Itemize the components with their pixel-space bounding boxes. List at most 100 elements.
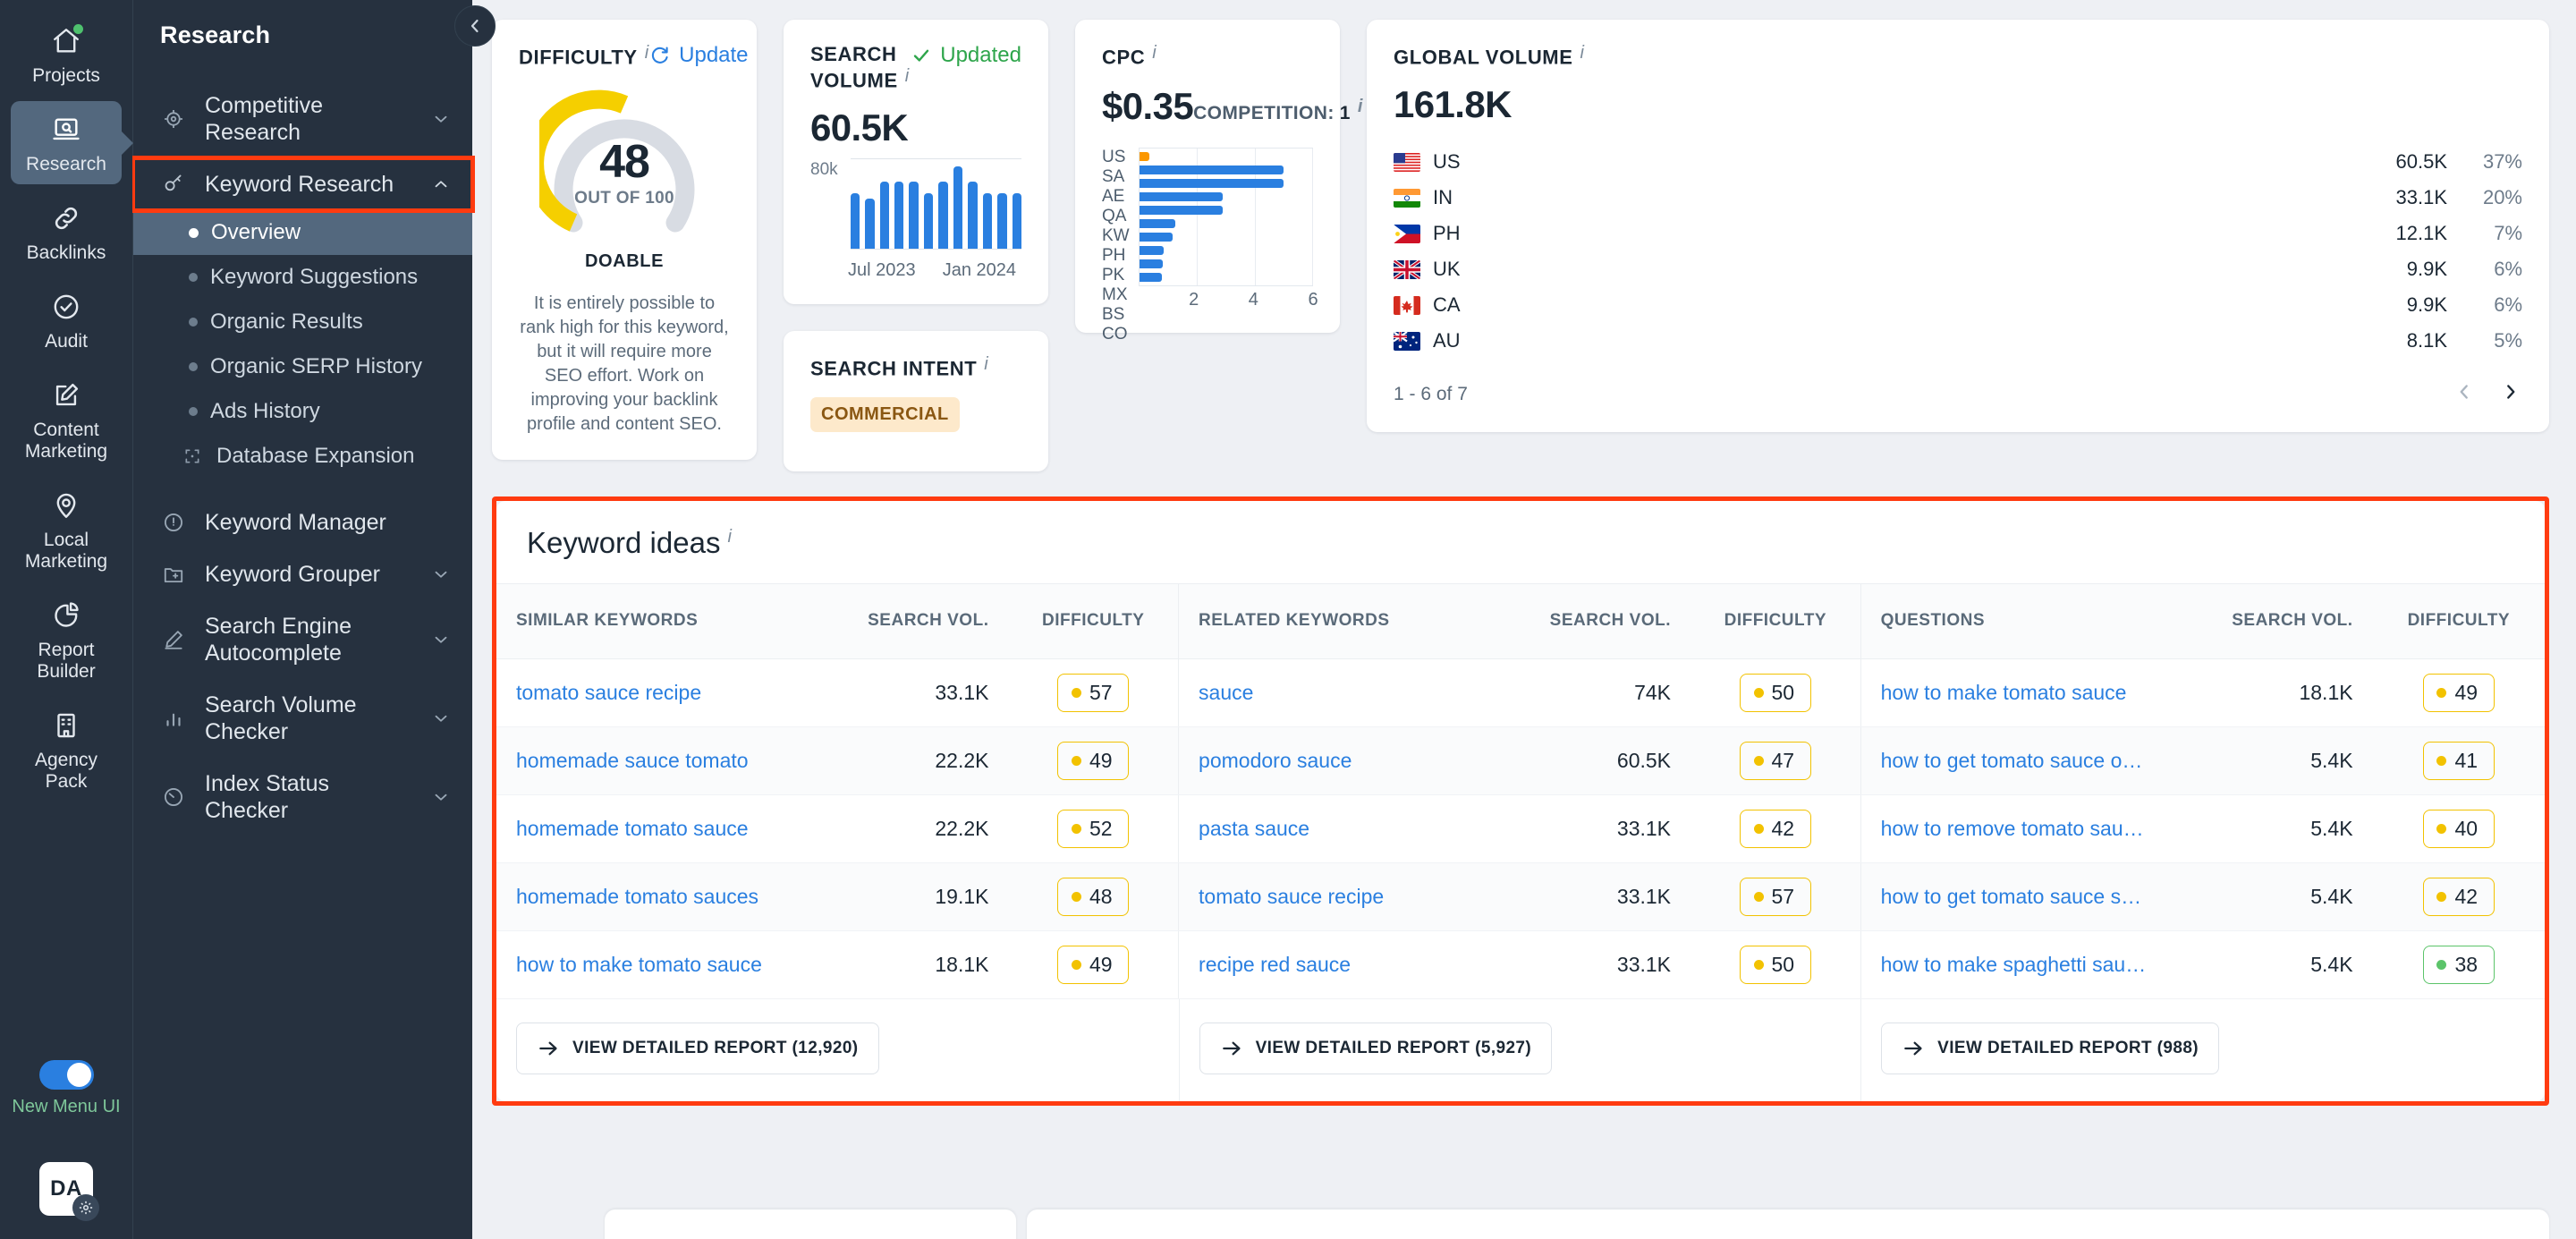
column-header-search-vol-3[interactable]: SEARCH VOL.	[2198, 582, 2373, 659]
cell-similar-keyword[interactable]: homemade tomato sauces	[496, 862, 835, 931]
info-icon[interactable]: i	[984, 354, 987, 374]
cpc-bar[interactable]	[1139, 206, 1224, 216]
sidebar-group-index-status-checker[interactable]: Index Status Checker	[133, 758, 472, 836]
sidebar-group-search-volume-checker[interactable]: Search Volume Checker	[133, 679, 472, 758]
keyword-link[interactable]: sauce	[1199, 681, 1496, 705]
sidebar-collapse-button[interactable]	[454, 5, 496, 47]
column-header-similar-keywords[interactable]: SIMILAR KEYWORDS	[496, 582, 835, 659]
chevron-down-icon[interactable]	[429, 630, 453, 649]
new-menu-ui-toggle[interactable]	[38, 1060, 94, 1090]
cpc-bar[interactable]	[1139, 219, 1175, 229]
search-volume-bar[interactable]	[997, 193, 1007, 250]
cell-related-keyword[interactable]: pomodoro sauce	[1178, 726, 1517, 795]
cell-similar-keyword[interactable]: homemade sauce tomato	[496, 726, 835, 795]
keyword-link[interactable]: how to make tomato sauce	[1881, 681, 2179, 705]
search-volume-bar[interactable]	[894, 181, 904, 250]
cell-question-keyword[interactable]: how to get tomato sauce o…	[1860, 726, 2199, 795]
column-header-search-vol-1[interactable]: SEARCH VOL.	[834, 582, 1009, 659]
global-volume-row[interactable]: PH 12.1K 7%	[1394, 216, 2522, 251]
cpc-bar[interactable]	[1139, 246, 1164, 256]
sidebar-group-search-engine-autocomplete[interactable]: Search Engine Autocomplete	[133, 600, 472, 679]
column-header-difficulty-3[interactable]: DIFFICULTY	[2372, 582, 2545, 659]
rail-item-local-marketing[interactable]: Local Marketing	[11, 477, 122, 581]
search-volume-bar[interactable]	[982, 193, 993, 250]
cell-similar-keyword[interactable]: homemade tomato sauce	[496, 794, 835, 863]
column-header-search-vol-2[interactable]: SEARCH VOL.	[1516, 582, 1691, 659]
cell-related-keyword[interactable]: sauce	[1178, 658, 1517, 727]
search-volume-bar[interactable]	[923, 193, 934, 250]
keyword-link[interactable]: tomato sauce recipe	[1199, 885, 1496, 909]
info-icon[interactable]: i	[1152, 43, 1156, 63]
keyword-link[interactable]: pasta sauce	[1199, 817, 1496, 841]
chevron-down-icon[interactable]	[429, 109, 453, 129]
global-volume-row[interactable]: IN 33.1K 20%	[1394, 180, 2522, 216]
search-volume-bar[interactable]	[968, 181, 978, 250]
avatar-group[interactable]: DA	[39, 1162, 99, 1221]
keyword-link[interactable]: how to make tomato sauce	[516, 953, 815, 977]
chevron-down-icon[interactable]	[429, 709, 453, 728]
column-header-related-keywords[interactable]: RELATED KEYWORDS	[1178, 582, 1517, 659]
rail-item-report-builder[interactable]: Report Builder	[11, 587, 122, 692]
rail-item-research[interactable]: Research	[11, 101, 122, 184]
cpc-bar[interactable]	[1139, 192, 1224, 202]
sidebar-group-keyword-research[interactable]: Keyword Research	[131, 156, 475, 213]
sidebar-item-database-expansion[interactable]: Database Expansion	[133, 434, 472, 479]
cpc-bar[interactable]	[1139, 179, 1284, 189]
info-icon[interactable]: i	[905, 66, 909, 86]
cpc-bar[interactable]	[1139, 165, 1284, 175]
rail-item-audit[interactable]: Audit	[11, 278, 122, 361]
gear-icon[interactable]	[72, 1194, 99, 1221]
info-icon[interactable]: i	[1358, 97, 1363, 116]
next-page-button[interactable]	[2499, 380, 2522, 409]
column-header-difficulty-2[interactable]: DIFFICULTY	[1690, 582, 1861, 659]
keyword-link[interactable]: pomodoro sauce	[1199, 749, 1496, 773]
sidebar-item-ads-history[interactable]: Ads History	[133, 389, 472, 434]
cell-related-keyword[interactable]: recipe red sauce	[1178, 930, 1517, 999]
rail-item-content-marketing[interactable]: Content Marketing	[11, 367, 122, 471]
cell-question-keyword[interactable]: how to make spaghetti sau…	[1860, 930, 2199, 999]
keyword-link[interactable]: homemade tomato sauces	[516, 885, 815, 909]
chevron-down-icon[interactable]	[429, 787, 453, 807]
prev-page-button[interactable]	[2453, 380, 2476, 409]
sidebar-item-organic-results[interactable]: Organic Results	[133, 300, 472, 344]
search-volume-bar[interactable]	[850, 193, 860, 250]
keyword-link[interactable]: tomato sauce recipe	[516, 681, 815, 705]
rail-item-backlinks[interactable]: Backlinks	[11, 190, 122, 273]
sidebar-item-overview[interactable]: Overview	[133, 210, 472, 255]
keyword-link[interactable]: how to get tomato sauce o…	[1881, 749, 2179, 773]
search-volume-bar[interactable]	[938, 181, 948, 250]
view-detailed-report-related-button[interactable]: VIEW DETAILED REPORT (5,927)	[1199, 1022, 1553, 1074]
chevron-up-icon[interactable]	[429, 174, 453, 194]
cell-related-keyword[interactable]: pasta sauce	[1178, 794, 1517, 863]
search-volume-bar[interactable]	[879, 181, 889, 250]
sidebar-group-keyword-grouper[interactable]: Keyword Grouper	[133, 548, 472, 600]
chevron-down-icon[interactable]	[429, 564, 453, 584]
search-volume-bar[interactable]	[865, 199, 875, 250]
sidebar-group-keyword-manager[interactable]: Keyword Manager	[133, 496, 472, 548]
search-volume-bar[interactable]	[1012, 193, 1022, 250]
cell-question-keyword[interactable]: how to get tomato sauce s…	[1860, 862, 2199, 931]
cpc-bar[interactable]	[1139, 233, 1173, 242]
view-detailed-report-similar-button[interactable]: VIEW DETAILED REPORT (12,920)	[516, 1022, 879, 1074]
search-volume-bar[interactable]	[909, 181, 919, 250]
cpc-bar[interactable]	[1139, 259, 1164, 269]
cell-similar-keyword[interactable]: how to make tomato sauce	[496, 930, 835, 999]
global-volume-row[interactable]: CA 9.9K 6%	[1394, 287, 2522, 323]
sidebar-item-organic-serp-history[interactable]: Organic SERP History	[133, 344, 472, 389]
keyword-link[interactable]: how to remove tomato sau…	[1881, 817, 2179, 841]
global-volume-row[interactable]: UK 9.9K 6%	[1394, 251, 2522, 287]
search-volume-bar[interactable]	[953, 165, 963, 250]
update-difficulty-button[interactable]: Update	[648, 43, 749, 68]
keyword-link[interactable]: homemade sauce tomato	[516, 749, 815, 773]
cell-question-keyword[interactable]: how to remove tomato sau…	[1860, 794, 2199, 863]
sidebar-item-keyword-suggestions[interactable]: Keyword Suggestions	[133, 255, 472, 300]
keyword-link[interactable]: homemade tomato sauce	[516, 817, 815, 841]
cell-related-keyword[interactable]: tomato sauce recipe	[1178, 862, 1517, 931]
global-volume-row[interactable]: AU 8.1K 5%	[1394, 323, 2522, 359]
global-volume-row[interactable]: US 60.5K 37%	[1394, 144, 2522, 180]
keyword-link[interactable]: how to make spaghetti sau…	[1881, 953, 2179, 977]
column-header-questions[interactable]: QUESTIONS	[1860, 582, 2199, 659]
cell-similar-keyword[interactable]: tomato sauce recipe	[496, 658, 835, 727]
cell-question-keyword[interactable]: how to make tomato sauce	[1860, 658, 2199, 727]
column-header-difficulty-1[interactable]: DIFFICULTY	[1008, 582, 1179, 659]
